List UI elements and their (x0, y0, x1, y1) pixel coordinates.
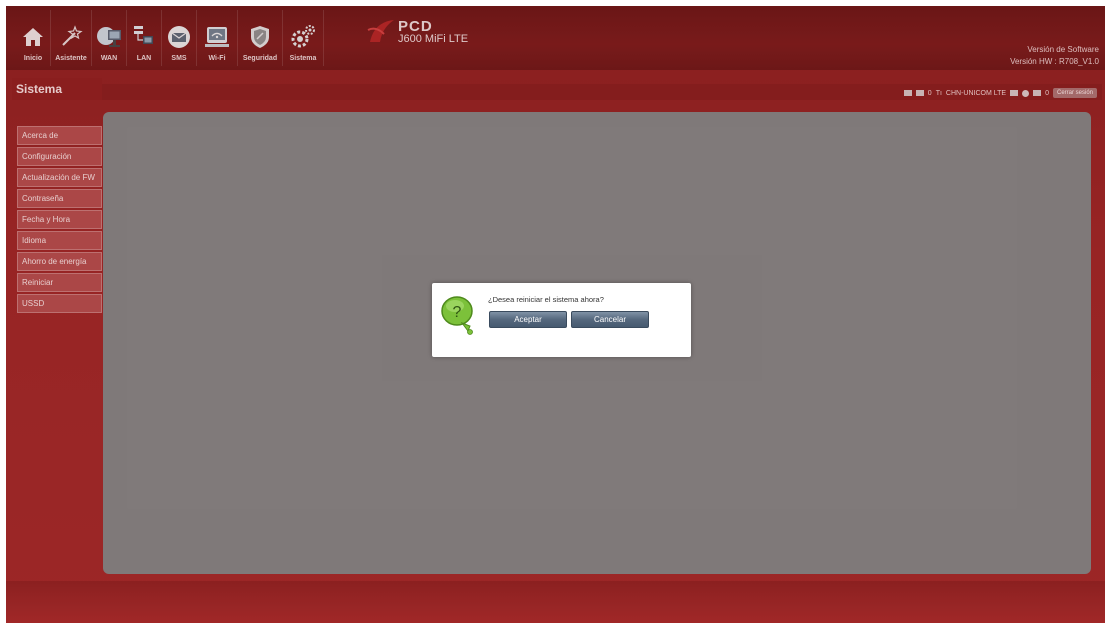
message-icon (915, 90, 924, 96)
section-title: Sistema (12, 78, 102, 100)
nav-label: WAN (100, 55, 118, 62)
sidebar-item-ahorro-energia[interactable]: Ahorro de energía (17, 252, 102, 271)
home-icon (18, 23, 48, 51)
brand-mark-icon (367, 20, 394, 42)
sidebar-item-ussd[interactable]: USSD (17, 294, 102, 313)
nav-label: Wi-Fi (208, 55, 226, 62)
sidebar-item-fecha-hora[interactable]: Fecha y Hora (17, 210, 102, 229)
nav-label: LAN (136, 55, 152, 62)
nav-label: Inicio (23, 55, 43, 62)
hardware-version: Versión HW : R708_V1.0 (1010, 57, 1099, 66)
nav-item-wifi[interactable]: Wi-Fi (197, 10, 238, 66)
nav-item-wan[interactable]: WAN (92, 10, 127, 66)
sidebar-item-configuracion[interactable]: Configuración (17, 147, 102, 166)
brand-logo: PCD J600 MiFi LTE (366, 16, 506, 56)
shield-icon (245, 23, 275, 51)
nav-item-sms[interactable]: SMS (162, 10, 197, 66)
users-icon (1033, 90, 1042, 96)
message-count: 0 (927, 89, 932, 97)
confirm-dialog: ? ¿Desea reiniciar el sistema ahora? Ace… (432, 283, 691, 357)
signal-icon: Tı (935, 89, 942, 97)
sidebar-item-idioma[interactable]: Idioma (17, 231, 102, 250)
nav-label: Sistema (289, 55, 317, 62)
nav-item-sistema[interactable]: Sistema (283, 10, 324, 66)
nav-item-asistente[interactable]: Asistente (51, 10, 92, 66)
sidebar-item-acerca-de[interactable]: Acerca de (17, 126, 102, 145)
sidebar: Acerca de Configuración Actualización de… (17, 126, 102, 315)
nav-item-lan[interactable]: LAN (127, 10, 162, 66)
lan-icon (129, 23, 159, 51)
device-model: J600 MiFi LTE (398, 33, 469, 45)
nav-label: Seguridad (242, 55, 278, 62)
sidebar-item-contrasena[interactable]: Contraseña (17, 189, 102, 208)
svg-text:?: ? (453, 304, 462, 321)
wifi-icon (202, 23, 232, 51)
sidebar-item-actualizacion-fw[interactable]: Actualización de FW (17, 168, 102, 187)
nav-label: Asistente (55, 55, 87, 62)
operator-label: CHN-UNICOM LTE (945, 89, 1007, 97)
gear-icon (288, 23, 318, 51)
status-bar: 0 Tı CHN-UNICOM LTE 0 Cerrar sesión (903, 87, 1097, 99)
users-count: 0 (1045, 89, 1049, 97)
sim-icon (903, 90, 912, 96)
cancel-button[interactable]: Cancelar (571, 311, 649, 328)
accept-button[interactable]: Aceptar (489, 311, 567, 328)
software-version: Versión de Software (1027, 45, 1099, 54)
wizard-icon (56, 23, 86, 51)
sms-icon (164, 23, 194, 51)
sidebar-item-reiniciar[interactable]: Reiniciar (17, 273, 102, 292)
dialog-message: ¿Desea reiniciar el sistema ahora? (488, 295, 604, 304)
top-navigation-bar: Inicio Asistente WAN LAN SMS Wi-Fi Segur… (6, 6, 1105, 70)
nav-item-seguridad[interactable]: Seguridad (238, 10, 283, 66)
logout-button[interactable]: Cerrar sesión (1052, 88, 1097, 98)
nav-label: SMS (171, 55, 187, 62)
question-icon: ? (441, 296, 473, 335)
globe-icon (1022, 89, 1030, 97)
nav-item-inicio[interactable]: Inicio (16, 10, 51, 66)
footer-strip (6, 581, 1105, 623)
version-info: Versión de Software Versión HW : R708_V1… (1010, 44, 1099, 68)
wan-icon (94, 23, 124, 51)
battery-icon (1010, 90, 1019, 96)
